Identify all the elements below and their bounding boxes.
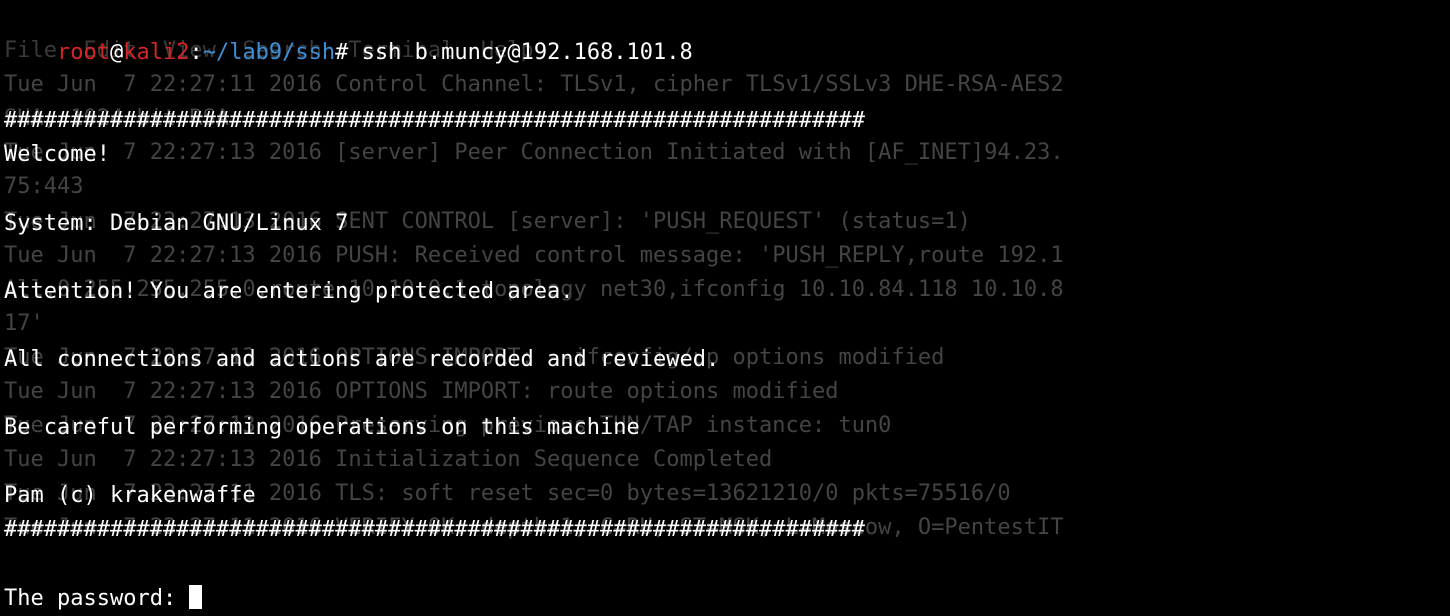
prompt-symbol: # <box>335 40 348 65</box>
prompt-user: root <box>57 40 110 65</box>
banner-attention: Attention! You are entering protected ar… <box>4 275 1446 309</box>
prompt-line: root@kali2:~/lab9/ssh# ssh b.muncy@192.1… <box>4 2 1446 104</box>
prompt-path: ~/lab9/ssh <box>203 40 335 65</box>
blank-line <box>4 309 1446 343</box>
password-prompt-text: The password: <box>4 586 189 611</box>
blank-line <box>4 445 1446 479</box>
cursor <box>189 585 202 609</box>
banner-careful: Be careful performing operations on this… <box>4 411 1446 445</box>
prompt-host: kali2 <box>123 40 189 65</box>
banner-separator: ########################################… <box>4 104 1446 138</box>
banner-pam: Pam (c) krakenwaffe <box>4 479 1446 513</box>
banner-system: System: Debian GNU/Linux 7 <box>4 207 1446 241</box>
blank-line <box>4 548 1446 582</box>
blank-line <box>4 172 1446 206</box>
blank-line <box>4 241 1446 275</box>
banner-separator: ########################################… <box>4 513 1446 547</box>
banner-welcome: Welcome! <box>4 138 1446 172</box>
password-prompt-line[interactable]: The password: <box>4 582 1446 616</box>
blank-line <box>4 377 1446 411</box>
terminal-output[interactable]: root@kali2:~/lab9/ssh# ssh b.muncy@192.1… <box>4 2 1446 616</box>
command-text: ssh b.muncy@192.168.101.8 <box>362 40 693 65</box>
banner-recorded: All connections and actions are recorded… <box>4 343 1446 377</box>
